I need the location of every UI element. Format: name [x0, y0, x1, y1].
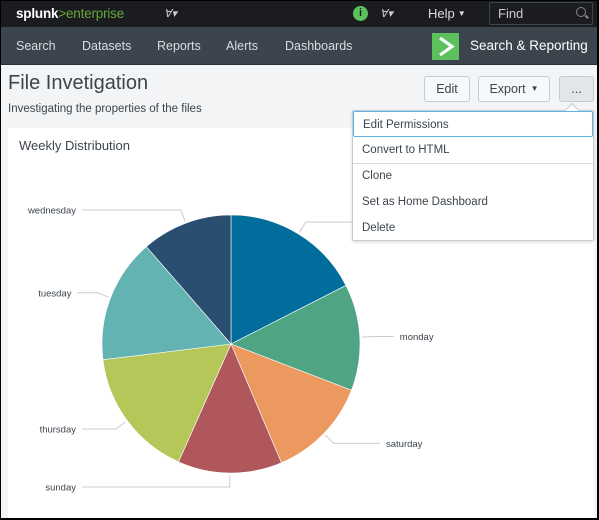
app-nav-bar: Search Datasets Reports Alerts Dashboard…: [1, 27, 597, 65]
nav-item-search[interactable]: Search: [16, 39, 56, 53]
slice-label-monday: monday: [400, 332, 434, 343]
info-icon[interactable]: i: [353, 6, 368, 21]
leader-line: [82, 209, 186, 222]
logo-product: >enterprise: [58, 6, 125, 21]
menu-item-delete[interactable]: Delete: [353, 215, 593, 241]
leader-line: [82, 421, 126, 430]
edit-button[interactable]: Edit: [424, 76, 470, 102]
menu-item-set-as-home-dashboard[interactable]: Set as Home Dashboard: [353, 189, 593, 215]
export-label: Export: [489, 82, 526, 96]
leader-line: [361, 336, 394, 338]
leader-line: [77, 292, 109, 298]
dashboard-description: Investigating the properties of the file…: [8, 103, 202, 115]
dashboard-title: File Invetigation: [8, 72, 149, 94]
caret-down-icon: ▼: [457, 9, 466, 18]
find-input[interactable]: [498, 6, 568, 21]
search-icon[interactable]: [576, 7, 586, 17]
nav-item-alerts[interactable]: Alerts: [226, 39, 258, 53]
caret-down-icon: ▼: [530, 84, 539, 93]
more-actions-button[interactable]: ...: [559, 76, 594, 102]
top-bar: splunk>enterprise Ɐ▾ i Ɐ▾ Help ▼: [1, 1, 597, 27]
slice-label-saturday: saturday: [386, 439, 423, 450]
app-logo-icon[interactable]: [432, 33, 459, 60]
find-box: [489, 2, 593, 25]
edit-label: Edit: [436, 82, 458, 96]
more-actions-menu: Edit Permissions Convert to HTML Clone S…: [352, 110, 594, 241]
splunk-window: splunk>enterprise Ɐ▾ i Ɐ▾ Help▼ Search D…: [1, 1, 597, 518]
nav-item-dashboards[interactable]: Dashboards: [285, 39, 352, 53]
logo-word: splunk: [16, 6, 59, 21]
more-label: ...: [571, 82, 582, 96]
slice-label-wednesday: wednesday: [27, 206, 76, 217]
leader-line: [82, 474, 231, 488]
slice-label-thursday: thursday: [40, 425, 77, 436]
activity-menu-icon[interactable]: Ɐ▾: [380, 7, 393, 20]
slice-label-tuesday: tuesday: [38, 288, 72, 299]
menu-item-convert-to-html[interactable]: Convert to HTML: [353, 137, 593, 163]
splunk-logo[interactable]: splunk>enterprise: [16, 6, 124, 21]
menu-item-clone[interactable]: Clone: [353, 163, 593, 189]
help-menu[interactable]: Help ▼: [428, 6, 466, 21]
app-name[interactable]: Search & Reporting: [470, 38, 588, 53]
leader-line: [324, 434, 380, 444]
export-button[interactable]: Export ▼: [478, 76, 550, 102]
nav-item-reports[interactable]: Reports: [157, 39, 201, 53]
nav-item-datasets[interactable]: Datasets: [82, 39, 131, 53]
menu-item-edit-permissions[interactable]: Edit Permissions: [353, 111, 593, 137]
activity-icon[interactable]: Ɐ▾: [164, 7, 177, 20]
help-label: Help: [428, 6, 455, 21]
slice-label-sunday: sunday: [45, 482, 76, 493]
